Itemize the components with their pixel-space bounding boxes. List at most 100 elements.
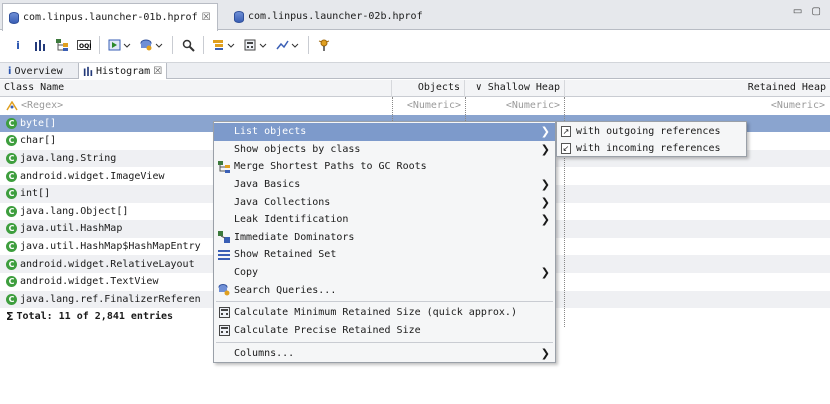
heap-dump-icon xyxy=(234,10,244,23)
svg-text:OQL: OQL xyxy=(79,43,91,50)
menu-item-label: Merge Shortest Paths to GC Roots xyxy=(234,161,427,173)
menu-item-label: Immediate Dominators xyxy=(234,231,355,243)
menu-item-immediate-dominators[interactable]: Immediate Dominators xyxy=(214,229,555,247)
column-objects[interactable]: Objects xyxy=(392,80,465,97)
class-name-filter[interactable]: <Regex> xyxy=(6,100,63,111)
menu-item-label: Java Basics xyxy=(234,179,301,191)
toolbar: i OQL xyxy=(0,31,830,59)
menu-item-label: with outgoing references xyxy=(576,126,721,137)
class-name: byte[] xyxy=(20,117,57,129)
calculator-icon xyxy=(218,324,230,336)
menu-item-label: Copy xyxy=(234,267,259,279)
column-shallow-heap[interactable]: ∨ Shallow Heap xyxy=(465,80,565,97)
toolbar-separator xyxy=(203,36,204,54)
submenu-arrow-icon: ❯ xyxy=(540,213,550,227)
search-queries-icon xyxy=(218,284,230,296)
export-dropdown-icon[interactable] xyxy=(273,35,303,55)
run-report-dropdown-icon[interactable] xyxy=(105,35,135,55)
class-icon: C xyxy=(6,135,17,147)
tree-icon xyxy=(218,160,230,173)
calculate-retained-dropdown-icon[interactable] xyxy=(241,35,271,55)
class-name: java.lang.ref.FinalizerReferen xyxy=(20,293,201,305)
view-tab-bar: i Overview Histogram ☒ xyxy=(0,62,830,79)
incoming-references-icon: ↙ xyxy=(561,143,571,154)
menu-item-list-objects[interactable]: List objects ❯ xyxy=(214,123,555,141)
filter-row: <Regex> <Numeric> <Numeric> <Numeric> xyxy=(0,97,830,115)
submenu-arrow-icon: ❯ xyxy=(540,266,550,280)
heap-dump-icon xyxy=(9,11,19,24)
class-icon: C xyxy=(6,188,17,200)
menu-item-calculate-min-retained[interactable]: Calculate Minimum Retained Size (quick a… xyxy=(214,304,555,322)
dominator-tree-icon[interactable] xyxy=(52,35,72,55)
menu-item-calculate-precise-retained[interactable]: Calculate Precise Retained Size xyxy=(214,322,555,340)
retained-set-icon xyxy=(218,249,230,261)
sort-descending-icon: ∨ xyxy=(475,82,482,93)
retained-heap-filter[interactable]: <Numeric> xyxy=(568,100,825,111)
class-icon: C xyxy=(6,241,17,253)
tab-histogram[interactable]: Histogram ☒ xyxy=(78,63,168,79)
tab-label: Overview xyxy=(14,65,63,77)
objects-filter[interactable]: <Numeric> xyxy=(395,100,461,111)
menu-separator xyxy=(216,342,553,343)
histogram-icon xyxy=(83,66,93,76)
menu-item-show-objects-by-class[interactable]: Show objects by class ❯ xyxy=(214,141,555,159)
menu-item-incoming-references[interactable]: ↙ with incoming references xyxy=(557,140,746,157)
class-icon: C xyxy=(6,170,17,182)
menu-item-label: Leak Identification xyxy=(234,214,349,226)
class-name: android.widget.TextView xyxy=(20,276,159,288)
column-class-name[interactable]: Class Name xyxy=(0,80,392,97)
window-controls[interactable]: ▭ ▢ xyxy=(793,6,824,17)
menu-item-label: Search Queries... xyxy=(234,284,337,296)
class-icon: C xyxy=(6,223,17,235)
submenu-arrow-icon: ❯ xyxy=(540,195,550,209)
class-icon: C xyxy=(6,117,17,129)
menu-item-search-queries[interactable]: Search Queries... xyxy=(214,281,555,299)
histogram-icon[interactable] xyxy=(30,35,50,55)
class-name: java.lang.String xyxy=(20,153,117,165)
query-browser-dropdown-icon[interactable] xyxy=(137,35,167,55)
editor-tab-bar: com.linpus.launcher-01b.hprof ☒ com.linp… xyxy=(0,0,830,31)
calculator-icon xyxy=(218,307,230,319)
class-name: java.lang.Object[] xyxy=(20,205,129,217)
menu-item-columns[interactable]: Columns... ❯ xyxy=(214,345,555,363)
menu-item-label: List objects xyxy=(234,126,307,138)
submenu-arrow-icon: ❯ xyxy=(540,178,550,192)
menu-item-java-collections[interactable]: Java Collections ❯ xyxy=(214,193,555,211)
class-name: char[] xyxy=(20,135,57,147)
menu-item-copy[interactable]: Copy ❯ xyxy=(214,264,555,282)
pin-icon[interactable] xyxy=(314,35,334,55)
menu-item-merge-shortest-paths[interactable]: Merge Shortest Paths to GC Roots xyxy=(214,158,555,176)
sum-icon: Σ xyxy=(6,310,14,324)
total-label: Total: 11 of 2,841 entries xyxy=(16,311,174,323)
menu-item-label: with incoming references xyxy=(576,143,721,154)
group-by-dropdown-icon[interactable] xyxy=(209,35,239,55)
column-shallow-heap-label: Shallow Heap xyxy=(487,82,560,93)
class-icon: C xyxy=(6,153,17,165)
close-icon[interactable]: ☒ xyxy=(153,66,162,77)
class-icon: C xyxy=(6,293,17,305)
list-objects-submenu: ↗ with outgoing references ↙ with incomi… xyxy=(556,121,747,157)
regex-filter-placeholder: <Regex> xyxy=(21,100,64,112)
menu-item-label: Columns... xyxy=(234,347,295,359)
column-retained-heap[interactable]: Retained Heap xyxy=(565,80,830,97)
class-name: java.util.HashMap xyxy=(20,223,123,235)
close-icon[interactable]: ☒ xyxy=(202,12,211,23)
tab-overview[interactable]: i Overview xyxy=(4,63,67,79)
editor-tab-hprof-02b[interactable]: com.linpus.launcher-02b.hprof xyxy=(228,3,429,30)
menu-item-java-basics[interactable]: Java Basics ❯ xyxy=(214,176,555,194)
oql-icon[interactable]: OQL xyxy=(74,35,94,55)
editor-tab-hprof-01b[interactable]: com.linpus.launcher-01b.hprof ☒ xyxy=(2,3,218,31)
shallow-heap-filter[interactable]: <Numeric> xyxy=(468,100,560,111)
submenu-arrow-icon: ❯ xyxy=(540,125,550,139)
info-icon[interactable]: i xyxy=(8,35,28,55)
menu-item-show-retained-set[interactable]: Show Retained Set xyxy=(214,246,555,264)
context-menu: List objects ❯ Show objects by class ❯ M… xyxy=(213,121,556,363)
class-name: int[] xyxy=(20,188,51,200)
table-header: Class Name Objects ∨ Shallow Heap Retain… xyxy=(0,80,830,97)
menu-item-label: Calculate Minimum Retained Size (quick a… xyxy=(234,307,517,319)
class-name: android.widget.ImageView xyxy=(20,170,165,182)
menu-item-outgoing-references[interactable]: ↗ with outgoing references xyxy=(557,123,746,140)
menu-item-label: Show objects by class xyxy=(234,143,361,155)
search-icon[interactable] xyxy=(178,35,198,55)
menu-item-leak-identification[interactable]: Leak Identification ❯ xyxy=(214,211,555,229)
